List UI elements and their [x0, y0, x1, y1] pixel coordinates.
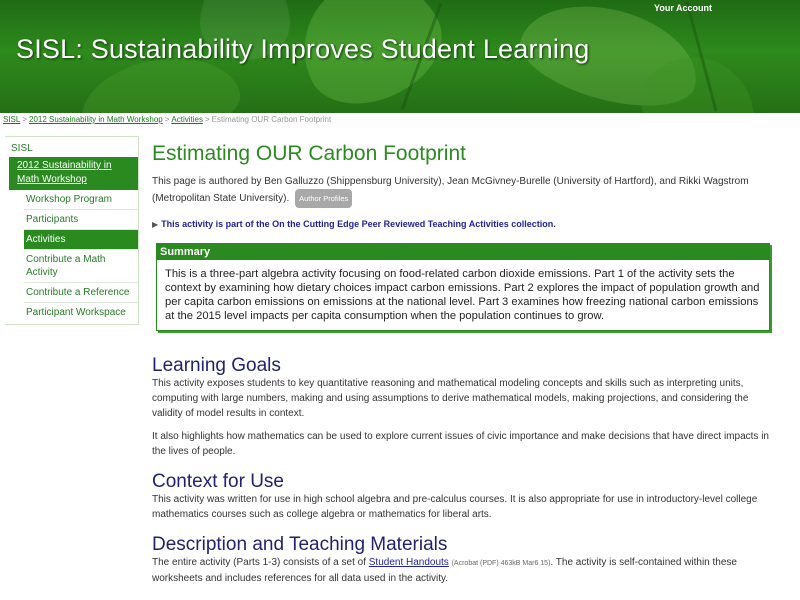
- header-banner: Your Account SISL: Sustainability Improv…: [0, 0, 800, 113]
- sidebar-item-workshop-program: Workshop Program: [24, 190, 138, 209]
- breadcrumb-link-workshop[interactable]: 2012 Sustainability in Math Workshop: [29, 115, 163, 124]
- breadcrumb-separator: >: [22, 115, 28, 124]
- breadcrumb-link-activities[interactable]: Activities: [171, 115, 203, 124]
- sidebar-nav: SISL 2012 Sustainability in Math Worksho…: [5, 136, 139, 325]
- sidebar-link-workshop-program[interactable]: Workshop Program: [24, 190, 138, 209]
- sidebar-item-contribute-reference: Contribute a Reference: [24, 282, 138, 302]
- author-byline: This page is authored by Ben Galluzzo (S…: [152, 174, 772, 208]
- learning-goals-paragraph-2: It also highlights how mathematics can b…: [152, 431, 769, 457]
- breadcrumb-link-sisl[interactable]: SISL: [3, 115, 20, 124]
- description-heading: Description and Teaching Materials: [152, 534, 448, 555]
- sidebar-item-participant-workspace: Participant Workspace: [24, 302, 138, 322]
- sidebar-item-participants: Participants: [24, 209, 138, 229]
- sidebar-list: Workshop Program Participants Activities…: [5, 190, 138, 324]
- author-profiles-button[interactable]: Author Profiles: [295, 189, 353, 208]
- breadcrumb-current: Estimating OUR Carbon Footprint: [211, 115, 332, 124]
- breadcrumb-separator: >: [164, 115, 170, 124]
- sidebar-link-contribute-math-activity[interactable]: Contribute a Math Activity: [24, 250, 138, 282]
- file-meta: (Acrobat (PDF) 463kB Mar6 15): [451, 560, 551, 567]
- learning-goals-heading: Learning Goals: [152, 355, 281, 376]
- breadcrumb-separator: >: [204, 115, 210, 124]
- expand-triangle-icon[interactable]: ▶: [152, 220, 158, 229]
- sidebar-link-participant-workspace[interactable]: Participant Workspace: [24, 303, 138, 322]
- breadcrumb: SISL >2012 Sustainability in Math Worksho…: [3, 115, 331, 124]
- page-title: Estimating OUR Carbon Footprint: [152, 142, 466, 165]
- sidebar-link-activities[interactable]: Activities: [24, 230, 138, 249]
- description-text-before: The entire activity (Parts 1-3) consists…: [152, 557, 369, 568]
- sidebar-link-contribute-reference[interactable]: Contribute a Reference: [24, 283, 138, 302]
- sidebar-group-workshop[interactable]: 2012 Sustainability in Math Workshop: [9, 157, 138, 190]
- student-handouts-link[interactable]: Student Handouts: [369, 557, 449, 568]
- site-title[interactable]: SISL: Sustainability Improves Student Le…: [16, 34, 590, 65]
- description-paragraph: The entire activity (Parts 1-3) consists…: [152, 555, 772, 586]
- context-for-use-paragraph: This activity was written for use in hig…: [152, 494, 758, 520]
- collection-note-text: This activity is part of the On the Cutt…: [161, 219, 556, 229]
- sidebar-item-contribute-math: Contribute a Math Activity: [24, 249, 138, 282]
- sidebar-link-participants[interactable]: Participants: [24, 210, 138, 229]
- context-for-use-heading: Context for Use: [152, 471, 284, 492]
- main-content: Estimating OUR Carbon Footprint This pag…: [152, 142, 772, 586]
- your-account-link[interactable]: Your Account: [654, 3, 712, 13]
- collection-note[interactable]: ▶ This activity is part of the On the Cut…: [152, 219, 772, 229]
- summary-heading: Summary: [157, 244, 769, 260]
- summary-text: This is a three-part algebra activity fo…: [165, 268, 760, 322]
- sidebar-link-sisl[interactable]: SISL: [5, 137, 138, 157]
- sidebar-item-activities: Activities: [24, 229, 138, 249]
- byline-text: This page is authored by Ben Galluzzo (S…: [152, 176, 749, 205]
- summary-box: Summary This is a three-part algebra act…: [156, 243, 770, 331]
- learning-goals-paragraph-1: This activity exposes students to key qu…: [152, 378, 749, 419]
